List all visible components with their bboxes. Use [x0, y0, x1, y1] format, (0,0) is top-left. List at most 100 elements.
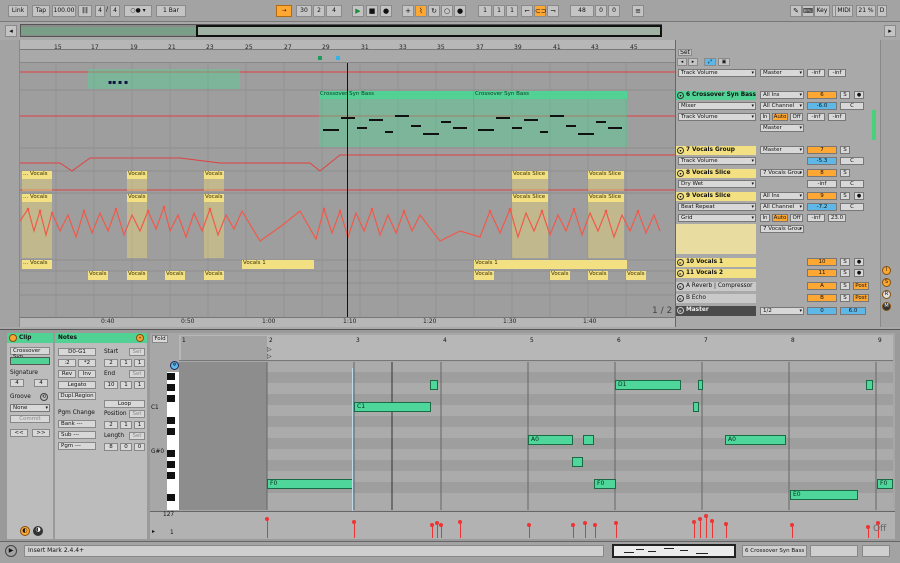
midi-note[interactable]	[698, 380, 703, 390]
pan-field[interactable]: -inf	[828, 69, 846, 77]
piano-key[interactable]	[167, 494, 175, 501]
fold-icon[interactable]: ▾	[677, 147, 684, 154]
program-field[interactable]: Pgm ---	[58, 442, 96, 450]
midi-note[interactable]: D1	[615, 380, 681, 390]
groove-chooser[interactable]: None	[10, 404, 50, 412]
expand-icon[interactable]: ▸	[677, 307, 684, 314]
midi-note[interactable]	[866, 380, 873, 390]
clip-vocals[interactable]: Vocals	[88, 271, 108, 280]
velocity-marker[interactable]	[790, 523, 794, 538]
clip-vocals-slice[interactable]: Vocals Slice	[588, 171, 624, 179]
track-activator[interactable]: A	[807, 282, 837, 290]
nudge-back-button[interactable]: <<	[10, 429, 28, 437]
master-cue-volume[interactable]: 0	[807, 307, 837, 315]
session-record-icon[interactable]: ●	[454, 5, 466, 17]
solo-button[interactable]: S	[840, 269, 850, 277]
position-sixteenth[interactable]: 4	[326, 5, 342, 17]
clip-envelope-icon[interactable]: ◑	[33, 526, 43, 536]
length-beat[interactable]: 0	[120, 443, 132, 451]
input-type-chooser[interactable]: All Ins	[760, 91, 804, 99]
arm-icon[interactable]: ●	[854, 258, 864, 266]
device-chooser[interactable]: Mixer	[678, 102, 756, 110]
velocity-marker[interactable]	[527, 523, 531, 538]
clip-body[interactable]	[512, 179, 548, 191]
midi-note[interactable]: F0	[267, 479, 353, 489]
play-icon[interactable]: ▶	[352, 5, 364, 17]
midi-note[interactable]	[572, 457, 583, 467]
clip-crossover-syn-bass-1[interactable]: Crossover Syn Bass	[319, 91, 473, 99]
loop-length-sixteenth[interactable]: 0	[608, 5, 620, 17]
velocity-marker[interactable]	[866, 525, 870, 538]
set-button[interactable]: Set	[678, 49, 692, 56]
output-chooser[interactable]: 7 Vocals Grou	[760, 169, 804, 177]
volume-field[interactable]: -inf	[807, 180, 837, 188]
velocity-marker[interactable]	[430, 523, 434, 538]
midi-note[interactable]	[430, 380, 438, 390]
record-icon[interactable]: ●	[380, 5, 392, 17]
piano-keyboard[interactable]	[167, 372, 179, 510]
velocity-marker[interactable]	[571, 523, 575, 538]
midi-map-button[interactable]: MIDI	[835, 5, 853, 17]
reverse-button[interactable]: Rev	[58, 370, 76, 378]
track-title-7[interactable]: ▾ 7 Vocals Group	[676, 146, 756, 155]
param-chooser[interactable]: Track Volume	[678, 157, 756, 165]
set-position-button[interactable]: Set	[129, 410, 145, 418]
post-button[interactable]: Post	[853, 294, 869, 302]
loop-length-beat[interactable]: 0	[595, 5, 607, 17]
pencil-icon[interactable]: ✎	[790, 5, 802, 17]
end-bar[interactable]: 10	[104, 381, 118, 389]
tap-button[interactable]: Tap	[32, 5, 50, 17]
velocity-marker[interactable]	[352, 520, 356, 538]
position-sixteenth[interactable]: 1	[134, 421, 145, 429]
master-output-chooser[interactable]: 1/2	[760, 307, 804, 315]
time-signature-denominator[interactable]: 4	[110, 5, 120, 17]
duplicate-region-button[interactable]: Dupl.Region	[58, 392, 96, 400]
io-toggle-icon[interactable]: I	[882, 266, 891, 275]
tempo-field[interactable]: 100.00	[52, 5, 76, 17]
velocity-marker[interactable]	[439, 523, 443, 538]
monitor-off-button[interactable]: Off	[790, 113, 803, 121]
clip-green-top[interactable]: ▪▪ ▪ ▪	[88, 69, 240, 89]
pan-field[interactable]: C	[840, 157, 864, 165]
device-chooser[interactable]: Beat Repeat	[678, 203, 756, 211]
clip-vocals[interactable]: Vocals	[127, 271, 147, 280]
browser-toggle-icon[interactable]: ▸	[884, 25, 896, 37]
send-a-field[interactable]: -inf	[807, 214, 825, 222]
set-end-button[interactable]: Set	[129, 370, 145, 378]
clip-vocals[interactable]: Vocals	[204, 271, 224, 280]
clip-vocals[interactable]: Vocals	[474, 271, 494, 280]
link-button[interactable]: Link	[8, 5, 28, 17]
piano-key[interactable]	[167, 428, 175, 435]
velocity-marker[interactable]	[692, 520, 696, 538]
param-chooser[interactable]: Grid	[678, 214, 756, 222]
stop-icon[interactable]: ■	[366, 5, 378, 17]
nudge-buttons[interactable]: ‖‖	[78, 5, 92, 17]
clip-color-chooser[interactable]	[10, 357, 50, 365]
arrangement-overview-toggle-icon[interactable]: ◂	[5, 25, 17, 37]
sends-toggle-icon[interactable]: S	[882, 278, 891, 287]
track-activator[interactable]: 7	[807, 146, 837, 154]
piano-key[interactable]	[167, 384, 175, 391]
invert-button[interactable]: Inv	[78, 370, 96, 378]
fold-icon[interactable]: ▾	[677, 92, 684, 99]
length-bar[interactable]: 8	[104, 443, 118, 451]
time-signature-numerator[interactable]: 4	[95, 5, 105, 17]
clip-activator-icon[interactable]	[9, 334, 17, 342]
overview-visible-region[interactable]	[196, 25, 662, 37]
piano-key[interactable]	[167, 373, 175, 380]
double-button[interactable]: *2	[78, 359, 96, 367]
midi-note[interactable]: A0	[725, 435, 786, 445]
track-title-6[interactable]: ▾ 6 Crossover Syn Bass	[676, 91, 756, 100]
set-start-button[interactable]: Set	[129, 348, 145, 356]
arm-icon[interactable]: ●	[854, 269, 864, 277]
piano-key[interactable]	[167, 395, 175, 402]
fold-button[interactable]: Fold	[152, 335, 168, 343]
clip-vocals[interactable]: Vocals	[204, 171, 224, 179]
midi-note[interactable]	[693, 402, 699, 412]
signature-denominator[interactable]: 4	[34, 379, 48, 387]
position-bar[interactable]: 2	[104, 421, 118, 429]
piano-key[interactable]	[167, 450, 175, 457]
clip-vocals[interactable]: Vocals	[550, 271, 570, 280]
clip-launch-icon[interactable]: ◐	[20, 526, 30, 536]
clip-vocals[interactable]: Vocals	[626, 271, 646, 280]
